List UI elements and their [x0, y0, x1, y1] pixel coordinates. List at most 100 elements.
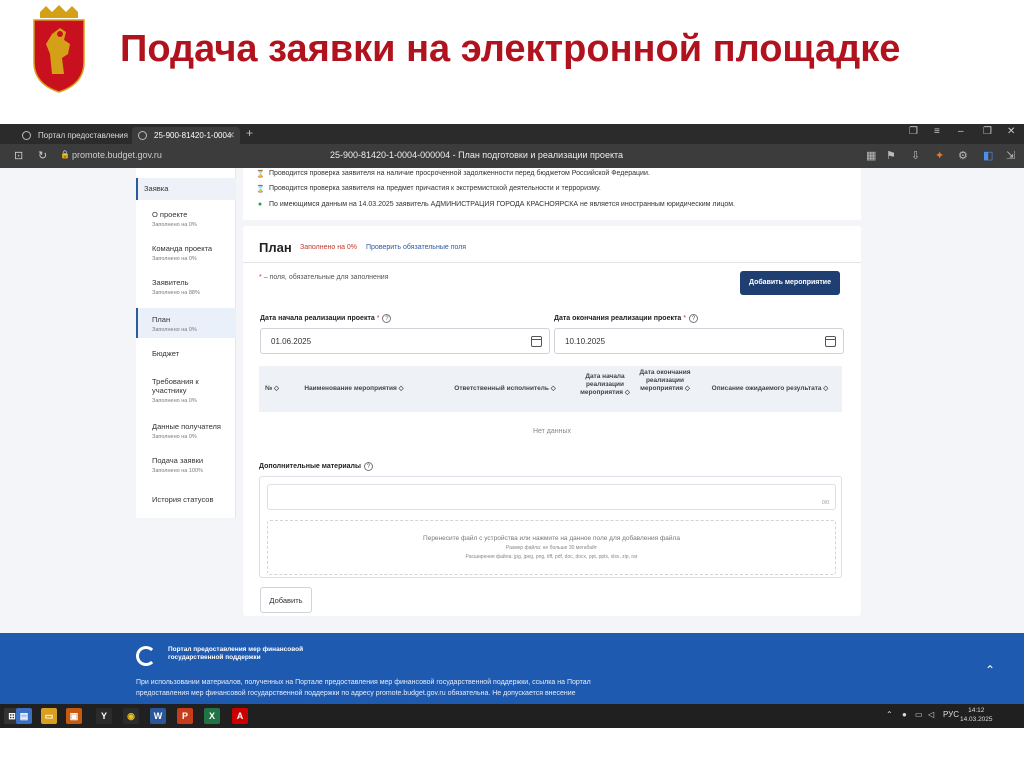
portal-logo-icon: [136, 646, 156, 666]
browser-screenshot: Портал предоставления 25-900-81420-1-000…: [0, 124, 1024, 728]
materials-comment-input[interactable]: 0/0: [267, 484, 836, 510]
sidebar-item-team[interactable]: Команда проекта Заполнено на 0%: [136, 244, 236, 264]
slide-header: Подача заявки на электронной площадке: [0, 0, 1024, 110]
folder-app-icon[interactable]: ▭: [41, 708, 57, 724]
powerpoint-app-icon[interactable]: P: [177, 708, 193, 724]
add-button[interactable]: Добавить: [260, 587, 312, 613]
column-header-label: Наименование мероприятия: [304, 385, 397, 392]
office-app-icon[interactable]: ▣: [66, 708, 82, 724]
start-date-value: 01.06.2025: [271, 337, 312, 346]
sidebar-item-recipient-data[interactable]: Данные получателя Заполнено на 0%: [136, 422, 236, 442]
minimize-icon[interactable]: –: [958, 126, 964, 137]
file-drop-zone[interactable]: Перенесите файл с устройства или нажмите…: [267, 520, 836, 575]
excel-app-icon[interactable]: X: [204, 708, 220, 724]
extension-icon[interactable]: ✦: [935, 149, 944, 162]
plan-fill-status: Заполнено на 0%: [300, 244, 358, 251]
share-icon[interactable]: ⇲: [1006, 149, 1015, 162]
sidebar-item-application[interactable]: Заявка: [136, 178, 236, 200]
yandex-browser-icon[interactable]: Y: [96, 708, 112, 724]
column-header-event-name[interactable]: Наименование мероприятия ◇: [299, 385, 409, 393]
downloads-icon[interactable]: ⇩: [911, 149, 920, 162]
scroll-up-icon[interactable]: ⌃: [985, 663, 995, 677]
column-header-label: Дата окончания реализации мероприятия: [639, 369, 691, 392]
check-circle-icon: ●: [257, 201, 263, 208]
help-icon[interactable]: ?: [363, 462, 373, 471]
clock-time: 14:12: [968, 707, 985, 714]
sidebar-item-submission[interactable]: Подача заявки Заполнено на 100%: [136, 456, 236, 476]
footer-brand: Портал предоставления мер финансовой гос…: [168, 646, 304, 661]
slide-title: Подача заявки на электронной площадке: [120, 28, 901, 70]
sidebar-item-budget[interactable]: Бюджет: [136, 349, 236, 358]
language-indicator[interactable]: РУС: [943, 710, 959, 719]
application-sidebar: Заявка О проекте Заполнено на 0% Команда…: [136, 168, 236, 518]
word-app-icon[interactable]: W: [150, 708, 166, 724]
page-title: 25-900-81420-1-0004-000004 - План подгот…: [330, 150, 624, 160]
sidebar-item-label: Заявитель: [152, 278, 189, 287]
close-tab-icon[interactable]: ✕: [227, 127, 235, 144]
close-window-icon[interactable]: ✕: [1007, 126, 1015, 137]
calendar-icon[interactable]: [531, 336, 542, 347]
url-field[interactable]: promote.budget.gov.ru: [72, 150, 162, 160]
column-header-start-date[interactable]: Дата начала реализации мероприятия ◇: [579, 373, 631, 397]
clock[interactable]: 14:12 14.03.2025: [960, 706, 993, 724]
sidebar-item-label: История статусов: [152, 495, 214, 504]
footer-text: При использовании материалов, полученных…: [136, 679, 591, 697]
column-header-label: Ответственный исполнитель: [454, 385, 549, 392]
settings-icon[interactable]: ⚙: [958, 149, 968, 162]
end-date-input[interactable]: 10.10.2025: [554, 328, 844, 354]
profile-icon[interactable]: ◧: [983, 149, 993, 162]
bookmark-icon[interactable]: ⚑: [886, 149, 896, 162]
add-event-button[interactable]: Добавить мероприятие: [740, 271, 840, 295]
reader-icon[interactable]: ▦: [866, 149, 876, 162]
new-tab-icon[interactable]: +: [246, 126, 253, 140]
tray-expand-icon[interactable]: ⌃: [886, 710, 893, 719]
check-required-fields-link[interactable]: Проверить обязательные поля: [366, 244, 466, 251]
clock-date: 14.03.2025: [960, 716, 993, 723]
microphone-icon[interactable]: ●: [902, 710, 907, 719]
sidebar-item-status-history[interactable]: История статусов: [136, 495, 236, 504]
sidebar-item-requirements[interactable]: Требования к участнику Заполнено на 0%: [136, 377, 200, 406]
hourglass-icon: ⌛: [256, 186, 265, 193]
menu-icon[interactable]: ≡: [934, 126, 940, 137]
reload-icon[interactable]: ↻: [38, 149, 47, 162]
check-text: Проводится проверка заявителя на предмет…: [269, 185, 601, 192]
start-date-input[interactable]: 01.06.2025: [260, 328, 550, 354]
help-icon[interactable]: ?: [382, 314, 392, 323]
calendar-icon[interactable]: [825, 336, 836, 347]
sidebar-item-label: План: [152, 315, 171, 324]
column-header-expected-result[interactable]: Описание ожидаемого результата ◇: [705, 385, 835, 393]
check-text: По имеющимся данным на 14.03.2025 заявит…: [269, 201, 736, 208]
volume-icon[interactable]: ◁: [928, 710, 934, 719]
back-icon[interactable]: ⊡: [14, 149, 23, 162]
drop-zone-text: Перенесите файл с устройства или нажмите…: [423, 535, 680, 542]
column-header-label: №: [264, 385, 273, 392]
sidebar-item-status: Заполнено на 0%: [152, 256, 197, 262]
column-header-number[interactable]: № ◇: [263, 385, 281, 393]
page-content: Заявка О проекте Заполнено на 0% Команда…: [0, 168, 1024, 633]
sidebar-item-applicant[interactable]: Заявитель Заполнено на 88%: [136, 278, 236, 298]
collections-icon[interactable]: ❐: [909, 126, 918, 137]
help-icon[interactable]: ?: [689, 314, 698, 323]
pdf-app-icon[interactable]: A: [232, 708, 248, 724]
materials-label-text: Дополнительные материалы: [259, 463, 361, 470]
sidebar-item-plan[interactable]: План Заполнено на 0%: [136, 308, 236, 338]
sidebar-item-label: Подача заявки: [152, 456, 204, 465]
sidebar-item-about[interactable]: О проекте Заполнено на 0%: [136, 210, 236, 230]
drop-zone-size: Размер файла: не больше 30 мегабайт: [505, 545, 598, 551]
sidebar-item-label: Команда проекта: [152, 244, 213, 253]
hourglass-icon: ⌛: [256, 171, 265, 178]
sidebar-item-label: Заявка: [144, 184, 169, 193]
empty-table-message: Нет данных: [532, 428, 572, 435]
tab-portal[interactable]: Портал предоставления: [16, 127, 130, 144]
network-icon[interactable]: ▭: [915, 710, 923, 719]
chrome-app-icon[interactable]: ◉: [123, 708, 139, 724]
sidebar-item-label: Требования к участнику: [152, 377, 199, 395]
explorer-app-icon[interactable]: ▤: [16, 708, 32, 724]
tab-label: 25-900-81420-1-0004: [154, 131, 232, 140]
krasnoyarsk-coat-of-arms-icon: [33, 5, 85, 93]
tab-application[interactable]: 25-900-81420-1-0004 ✕: [132, 127, 240, 144]
column-header-end-date[interactable]: Дата окончания реализации мероприятия ◇: [637, 369, 693, 393]
maximize-icon[interactable]: ❐: [983, 126, 992, 137]
materials-box: 0/0 Перенесите файл с устройства или наж…: [259, 476, 842, 578]
column-header-responsible[interactable]: Ответственный исполнитель ◇: [449, 385, 561, 393]
